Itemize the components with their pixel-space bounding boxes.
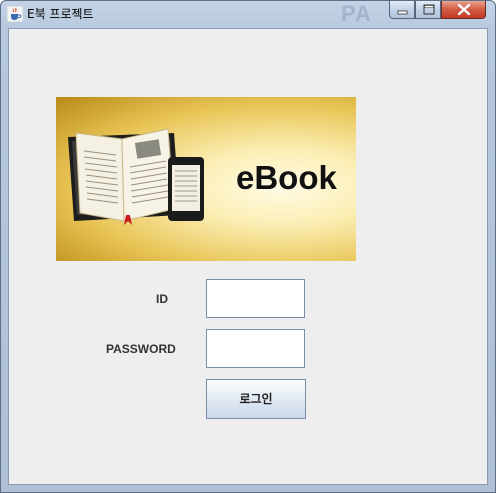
ebook-banner: eBook xyxy=(56,97,356,261)
login-button[interactable]: 로그인 xyxy=(206,379,306,419)
close-button[interactable] xyxy=(441,1,486,19)
id-input[interactable] xyxy=(206,279,305,318)
id-label: ID xyxy=(156,292,168,306)
minimize-button[interactable] xyxy=(389,1,415,19)
background-window-text: PA xyxy=(341,1,372,26)
window-title: E북 프로젝트 xyxy=(27,7,94,21)
password-input[interactable] xyxy=(206,329,305,368)
maximize-button[interactable] xyxy=(415,1,441,19)
banner-title: eBook xyxy=(236,159,337,196)
maximize-icon xyxy=(423,4,435,15)
java-coffee-icon xyxy=(7,6,23,22)
close-icon xyxy=(457,3,471,16)
content-panel: eBook ID PASSWORD 로그인 xyxy=(8,28,488,485)
title-bar[interactable]: E북 프로젝트 PA xyxy=(1,1,495,27)
minimize-icon xyxy=(397,10,408,15)
app-window: E북 프로젝트 PA eBook ID PASSWORD 로그인 xyxy=(0,0,496,493)
password-label: PASSWORD xyxy=(106,342,176,356)
